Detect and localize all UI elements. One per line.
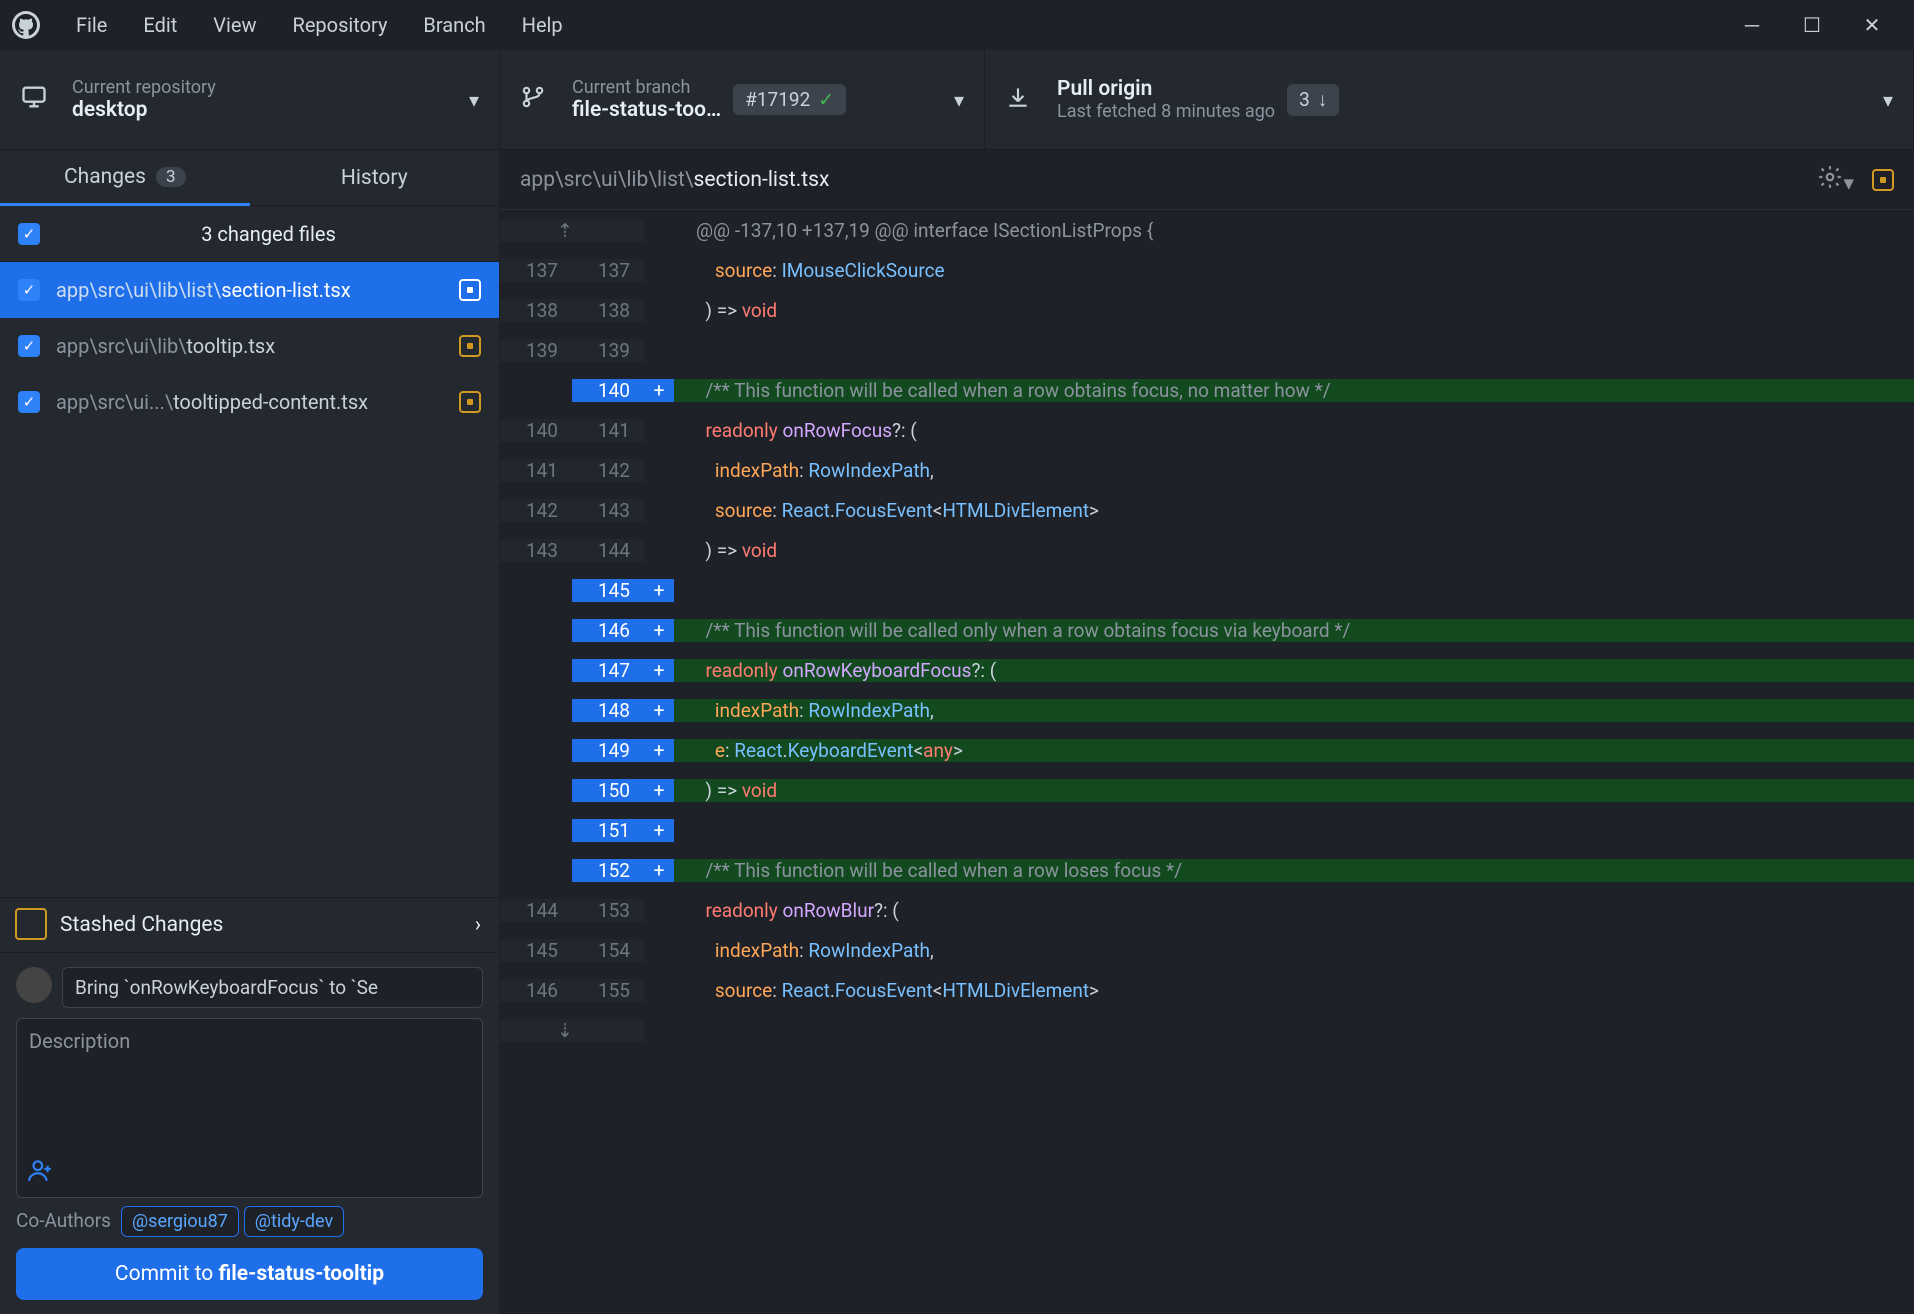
download-icon — [1005, 84, 1041, 115]
changes-count-badge: 3 — [156, 167, 186, 187]
diff-line[interactable]: 148+ indexPath: RowIndexPath, — [500, 690, 1914, 730]
github-logo-icon — [12, 11, 40, 39]
diff-line[interactable]: 150+ ) => void — [500, 770, 1914, 810]
commit-form: Description Co-Authors @sergiou87 @tidy-… — [0, 953, 499, 1314]
branch-name: file-status-too… — [572, 98, 721, 122]
repo-name: desktop — [72, 98, 216, 122]
pr-number: #17192 — [745, 88, 810, 111]
file-row[interactable]: ✓ app\src\ui\lib\tooltip.tsx — [0, 318, 499, 374]
gear-icon[interactable]: ▾ — [1817, 164, 1854, 196]
pull-sub: Last fetched 8 minutes ago — [1057, 101, 1275, 122]
menu-file[interactable]: File — [58, 13, 125, 37]
diff-line[interactable]: 146+ /** This function will be called on… — [500, 610, 1914, 650]
commit-btn-pre: Commit to — [115, 1262, 219, 1286]
select-all-checkbox[interactable]: ✓ — [18, 223, 40, 245]
coauthor-pill[interactable]: @sergiou87 — [121, 1206, 239, 1237]
menu-help[interactable]: Help — [504, 13, 581, 37]
tab-changes[interactable]: Changes 3 — [0, 150, 250, 206]
tab-changes-label: Changes — [64, 165, 146, 189]
commit-btn-branch: file-status-tooltip — [218, 1262, 384, 1286]
diff-body[interactable]: ⇡ @@ -137,10 +137,19 @@ interface ISectio… — [500, 210, 1914, 1314]
chevron-down-icon[interactable]: ▾ — [1883, 88, 1893, 112]
diff-panel: app\src\ui\lib\list\section-list.tsx ▾ ⇡… — [500, 150, 1914, 1314]
diff-path-name: section-list.tsx — [694, 168, 830, 192]
pr-pill[interactable]: #17192 ✓ — [733, 84, 846, 115]
tab-history-label: History — [341, 166, 408, 190]
diff-line[interactable]: 145+ — [500, 570, 1914, 610]
diff-line[interactable]: 137137 source: IMouseClickSource — [500, 250, 1914, 290]
diff-line[interactable]: 144153 readonly onRowBlur?: ( — [500, 890, 1914, 930]
diff-line[interactable]: 141142 indexPath: RowIndexPath, — [500, 450, 1914, 490]
pull-count-pill: 3 ↓ — [1287, 84, 1339, 116]
repo-label: Current repository — [72, 77, 216, 98]
chevron-down-icon: ▾ — [954, 88, 964, 112]
modified-icon — [459, 279, 481, 301]
add-coauthor-icon[interactable] — [27, 1157, 53, 1189]
modified-icon — [459, 391, 481, 413]
check-icon: ✓ — [818, 88, 834, 111]
sidebar: Changes 3 History ✓ 3 changed files ✓ ap… — [0, 150, 500, 1314]
file-row[interactable]: ✓ app\src\ui\lib\list\section-list.tsx — [0, 262, 499, 318]
pull-title: Pull origin — [1057, 77, 1275, 101]
toolbar: Current repository desktop ▾ Current bra… — [0, 50, 1914, 150]
arrow-down-icon: ↓ — [1318, 88, 1328, 112]
expand-up-icon[interactable]: ⇡ — [500, 219, 644, 242]
pull-button[interactable]: Pull origin Last fetched 8 minutes ago 3… — [985, 50, 1914, 149]
diff-path-pre: app\src\ui\lib\list\ — [520, 168, 694, 192]
modified-icon — [459, 335, 481, 357]
diff-line[interactable]: 147+ readonly onRowKeyboardFocus?: ( — [500, 650, 1914, 690]
diff-line[interactable]: 140+ /** This function will be called wh… — [500, 370, 1914, 410]
diff-line[interactable]: 142143 source: React.FocusEvent<HTMLDivE… — [500, 490, 1914, 530]
diff-line[interactable]: 151+ — [500, 810, 1914, 850]
coauthors-label: Co-Authors — [16, 1209, 111, 1232]
stash-label: Stashed Changes — [60, 913, 223, 937]
expand-down-icon[interactable]: ⇣ — [500, 1019, 644, 1042]
window-close[interactable]: ✕ — [1842, 0, 1902, 50]
coauthor-pill[interactable]: @tidy-dev — [244, 1206, 344, 1237]
diff-line[interactable]: 140141 readonly onRowFocus?: ( — [500, 410, 1914, 450]
diff-line[interactable]: 149+ e: React.KeyboardEvent<any> — [500, 730, 1914, 770]
window-maximize[interactable]: ☐ — [1782, 0, 1842, 50]
chevron-right-icon: › — [475, 913, 481, 937]
commit-button[interactable]: Commit to file-status-tooltip — [16, 1248, 483, 1300]
diff-line[interactable]: 152+ /** This function will be called wh… — [500, 850, 1914, 890]
diff-line[interactable]: 146155 source: React.FocusEvent<HTMLDivE… — [500, 970, 1914, 1010]
commit-summary-input[interactable] — [62, 967, 483, 1008]
branch-selector[interactable]: Current branch file-status-too… #17192 ✓… — [500, 50, 985, 149]
hunk-header: @@ -137,10 +137,19 @@ interface ISection… — [674, 219, 1914, 242]
desktop-icon — [20, 83, 56, 116]
window-minimize[interactable]: ─ — [1722, 0, 1782, 50]
diff-line[interactable]: 145154 indexPath: RowIndexPath, — [500, 930, 1914, 970]
file-path: app\src\ui...\tooltipped-content.tsx — [56, 390, 443, 414]
chevron-down-icon: ▾ — [469, 88, 479, 112]
titlebar: FileEditViewRepositoryBranchHelp ─ ☐ ✕ — [0, 0, 1914, 50]
repo-selector[interactable]: Current repository desktop ▾ — [0, 50, 500, 149]
commit-description-input[interactable]: Description — [16, 1018, 483, 1198]
diff-line[interactable]: 139139 — [500, 330, 1914, 370]
diff-line[interactable]: 143144 ) => void — [500, 530, 1914, 570]
file-row[interactable]: ✓ app\src\ui...\tooltipped-content.tsx — [0, 374, 499, 430]
avatar — [16, 967, 52, 1003]
git-branch-icon — [520, 84, 556, 115]
file-checkbox[interactable]: ✓ — [18, 391, 40, 413]
file-checkbox[interactable]: ✓ — [18, 335, 40, 357]
tab-history[interactable]: History — [250, 150, 500, 206]
branch-label: Current branch — [572, 77, 721, 98]
file-path: app\src\ui\lib\tooltip.tsx — [56, 334, 443, 358]
desc-placeholder: Description — [29, 1029, 130, 1053]
file-path: app\src\ui\lib\list\section-list.tsx — [56, 278, 443, 302]
pull-count: 3 — [1299, 88, 1310, 111]
menu-branch[interactable]: Branch — [405, 13, 503, 37]
menu-view[interactable]: View — [195, 13, 274, 37]
stashed-changes-row[interactable]: Stashed Changes › — [0, 897, 499, 953]
diff-header: app\src\ui\lib\list\section-list.tsx ▾ — [500, 150, 1914, 210]
modified-icon — [1872, 169, 1894, 191]
stash-icon — [18, 911, 46, 939]
files-header: ✓ 3 changed files — [0, 206, 499, 262]
diff-line[interactable]: 138138 ) => void — [500, 290, 1914, 330]
file-checkbox[interactable]: ✓ — [18, 279, 40, 301]
files-header-text: 3 changed files — [56, 222, 481, 246]
menu-edit[interactable]: Edit — [125, 13, 195, 37]
menu-repository[interactable]: Repository — [275, 13, 406, 37]
